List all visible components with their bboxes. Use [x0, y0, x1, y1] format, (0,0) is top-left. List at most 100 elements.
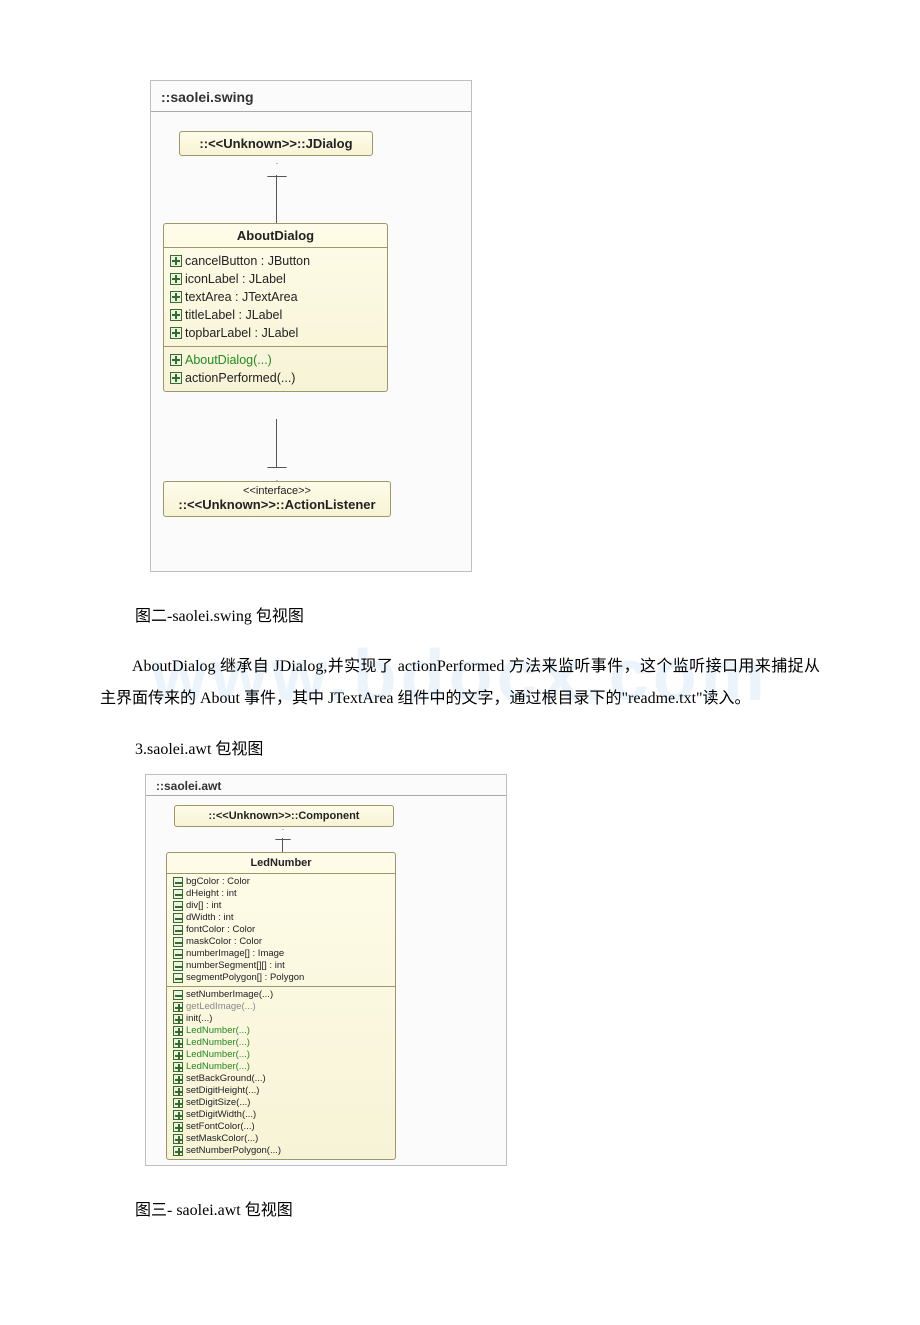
- member-label: iconLabel : JLabel: [185, 270, 286, 288]
- public-icon: [173, 1146, 183, 1156]
- generalization-arrowhead: [267, 163, 287, 177]
- public-icon: [173, 1110, 183, 1120]
- uml-diagram-swing: ::saolei.swing ::<<Unknown>>::JDialog Ab…: [150, 80, 472, 572]
- member-label: topbarLabel : JLabel: [185, 324, 298, 342]
- uml-member-row: numberSegment[][] : int: [167, 960, 395, 972]
- private-icon: [173, 937, 183, 947]
- member-label: setDigitSize(...): [186, 1097, 250, 1109]
- class-name: ::<<Unknown>>::Component: [175, 806, 393, 826]
- member-label: titleLabel : JLabel: [185, 306, 282, 324]
- class-name: LedNumber: [167, 853, 395, 873]
- uml-member-row: setDigitSize(...): [167, 1097, 395, 1109]
- public-icon: [173, 1098, 183, 1108]
- uml-member-row: setDigitWidth(...): [167, 1109, 395, 1121]
- uml-interface-actionlistener: <<interface>> ::<<Unknown>>::ActionListe…: [163, 481, 391, 517]
- member-label: setFontColor(...): [186, 1121, 255, 1133]
- uml-member-row: setBackGround(...): [167, 1073, 395, 1085]
- public-icon: [173, 1014, 183, 1024]
- uml-class-aboutdialog: AboutDialog cancelButton : JButtoniconLa…: [163, 223, 388, 392]
- member-label: setNumberPolygon(...): [186, 1145, 281, 1157]
- private-icon: [173, 901, 183, 911]
- uml-diagram-awt: ::saolei.awt ::<<Unknown>>::Component Le…: [145, 774, 507, 1166]
- member-label: fontColor : Color: [186, 924, 255, 936]
- uml-class-component: ::<<Unknown>>::Component: [174, 805, 394, 827]
- uml-member-row: topbarLabel : JLabel: [164, 324, 387, 342]
- body-paragraph: AboutDialog 继承自 JDialog,并实现了 actionPerfo…: [100, 651, 820, 715]
- private-icon: [173, 961, 183, 971]
- public-icon: [173, 1122, 183, 1132]
- public-icon: [173, 1038, 183, 1048]
- package-label: ::saolei.awt: [156, 779, 221, 793]
- member-label: setBackGround(...): [186, 1073, 266, 1085]
- class-name: ::<<Unknown>>::JDialog: [180, 132, 372, 155]
- member-label: setMaskColor(...): [186, 1133, 258, 1145]
- member-label: LedNumber(...): [186, 1061, 250, 1073]
- uml-member-row: iconLabel : JLabel: [164, 270, 387, 288]
- member-label: getLedImage(...): [186, 1001, 256, 1013]
- private-icon: [173, 973, 183, 983]
- uml-member-row: LedNumber(...): [167, 1037, 395, 1049]
- uml-member-row: setFontColor(...): [167, 1121, 395, 1133]
- uml-class-lednumber: LedNumber bgColor : ColordHeight : intdi…: [166, 852, 396, 1160]
- package-label: ::saolei.swing: [161, 89, 254, 105]
- uml-member-row: init(...): [167, 1013, 395, 1025]
- private-icon: [173, 925, 183, 935]
- public-icon: [170, 273, 182, 285]
- member-label: setDigitHeight(...): [186, 1085, 259, 1097]
- stereotype: <<interface>>: [164, 482, 390, 497]
- member-label: AboutDialog(...): [185, 351, 272, 369]
- uml-member-row: LedNumber(...): [167, 1025, 395, 1037]
- class-name: AboutDialog: [164, 224, 387, 247]
- public-icon: [173, 1074, 183, 1084]
- uml-member-row: AboutDialog(...): [164, 351, 387, 369]
- private-icon: [173, 889, 183, 899]
- public-icon: [170, 255, 182, 267]
- figure-caption-2: 图二-saolei.swing 包视图: [135, 602, 820, 626]
- uml-class-jdialog: ::<<Unknown>>::JDialog: [179, 131, 373, 156]
- uml-member-row: numberImage[] : Image: [167, 948, 395, 960]
- connector-line: [276, 175, 277, 223]
- public-icon: [170, 327, 182, 339]
- uml-member-row: textArea : JTextArea: [164, 288, 387, 306]
- generalization-arrowhead: [275, 829, 291, 840]
- realization-arrowhead: [267, 467, 287, 481]
- public-icon: [173, 1050, 183, 1060]
- figure-caption-3: 图三- saolei.awt 包视图: [135, 1196, 820, 1220]
- member-label: setDigitWidth(...): [186, 1109, 256, 1121]
- member-label: numberSegment[][] : int: [186, 960, 285, 972]
- member-label: LedNumber(...): [186, 1037, 250, 1049]
- member-label: cancelButton : JButton: [185, 252, 310, 270]
- private-icon: [173, 990, 183, 1000]
- private-icon: [173, 877, 183, 887]
- uml-member-row: setDigitHeight(...): [167, 1085, 395, 1097]
- uml-member-row: dWidth : int: [167, 912, 395, 924]
- member-label: textArea : JTextArea: [185, 288, 298, 306]
- public-icon: [173, 1086, 183, 1096]
- public-icon: [173, 1002, 183, 1012]
- uml-member-row: fontColor : Color: [167, 924, 395, 936]
- public-icon: [170, 309, 182, 321]
- divider: [151, 111, 471, 112]
- public-icon: [170, 372, 182, 384]
- connector-line: [282, 838, 283, 852]
- uml-member-row: actionPerformed(...): [164, 369, 387, 387]
- public-icon: [173, 1134, 183, 1144]
- member-label: div[] : int: [186, 900, 221, 912]
- uml-member-row: LedNumber(...): [167, 1061, 395, 1073]
- private-icon: [173, 949, 183, 959]
- uml-member-row: maskColor : Color: [167, 936, 395, 948]
- uml-member-row: setNumberImage(...): [167, 989, 395, 1001]
- public-icon: [170, 354, 182, 366]
- private-icon: [173, 913, 183, 923]
- member-label: maskColor : Color: [186, 936, 262, 948]
- public-icon: [173, 1026, 183, 1036]
- uml-member-row: getLedImage(...): [167, 1001, 395, 1013]
- member-label: LedNumber(...): [186, 1049, 250, 1061]
- uml-member-row: div[] : int: [167, 900, 395, 912]
- member-label: LedNumber(...): [186, 1025, 250, 1037]
- public-icon: [170, 291, 182, 303]
- uml-member-row: setMaskColor(...): [167, 1133, 395, 1145]
- uml-member-row: bgColor : Color: [167, 876, 395, 888]
- uml-member-row: dHeight : int: [167, 888, 395, 900]
- uml-member-row: cancelButton : JButton: [164, 252, 387, 270]
